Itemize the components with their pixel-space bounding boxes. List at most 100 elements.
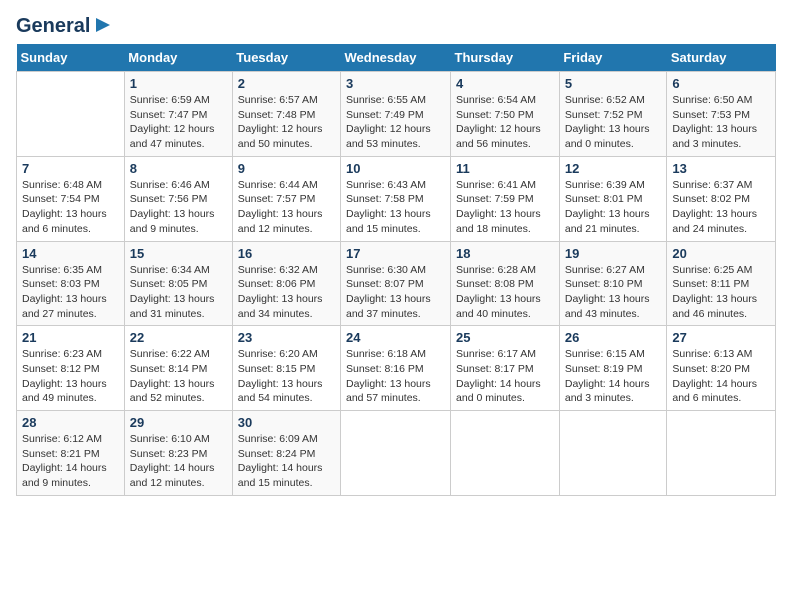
day-cell: 8 Sunrise: 6:46 AM Sunset: 7:56 PM Daylig… <box>124 156 232 241</box>
day-number: 4 <box>456 76 554 91</box>
day-number: 17 <box>346 246 445 261</box>
day-number: 18 <box>456 246 554 261</box>
day-number: 2 <box>238 76 335 91</box>
day-info: Sunrise: 6:22 AM Sunset: 8:14 PM Dayligh… <box>130 347 227 406</box>
week-row-3: 14 Sunrise: 6:35 AM Sunset: 8:03 PM Dayli… <box>17 241 776 326</box>
day-cell: 23 Sunrise: 6:20 AM Sunset: 8:15 PM Dayli… <box>232 326 340 411</box>
day-header-friday: Friday <box>559 44 667 72</box>
day-cell: 6 Sunrise: 6:50 AM Sunset: 7:53 PM Daylig… <box>667 72 776 157</box>
week-row-5: 28 Sunrise: 6:12 AM Sunset: 8:21 PM Dayli… <box>17 411 776 496</box>
day-cell: 29 Sunrise: 6:10 AM Sunset: 8:23 PM Dayli… <box>124 411 232 496</box>
day-info: Sunrise: 6:30 AM Sunset: 8:07 PM Dayligh… <box>346 263 445 322</box>
day-number: 3 <box>346 76 445 91</box>
day-cell: 17 Sunrise: 6:30 AM Sunset: 8:07 PM Dayli… <box>341 241 451 326</box>
day-cell <box>451 411 560 496</box>
logo: General <box>16 16 114 32</box>
day-header-monday: Monday <box>124 44 232 72</box>
day-info: Sunrise: 6:43 AM Sunset: 7:58 PM Dayligh… <box>346 178 445 237</box>
day-cell: 13 Sunrise: 6:37 AM Sunset: 8:02 PM Dayli… <box>667 156 776 241</box>
day-cell: 7 Sunrise: 6:48 AM Sunset: 7:54 PM Daylig… <box>17 156 125 241</box>
day-info: Sunrise: 6:20 AM Sunset: 8:15 PM Dayligh… <box>238 347 335 406</box>
day-info: Sunrise: 6:34 AM Sunset: 8:05 PM Dayligh… <box>130 263 227 322</box>
day-info: Sunrise: 6:55 AM Sunset: 7:49 PM Dayligh… <box>346 93 445 152</box>
week-row-1: 1 Sunrise: 6:59 AM Sunset: 7:47 PM Daylig… <box>17 72 776 157</box>
day-info: Sunrise: 6:46 AM Sunset: 7:56 PM Dayligh… <box>130 178 227 237</box>
day-header-thursday: Thursday <box>451 44 560 72</box>
day-number: 28 <box>22 415 119 430</box>
day-info: Sunrise: 6:35 AM Sunset: 8:03 PM Dayligh… <box>22 263 119 322</box>
days-header-row: SundayMondayTuesdayWednesdayThursdayFrid… <box>17 44 776 72</box>
day-info: Sunrise: 6:25 AM Sunset: 8:11 PM Dayligh… <box>672 263 770 322</box>
day-number: 27 <box>672 330 770 345</box>
day-number: 12 <box>565 161 662 176</box>
day-header-tuesday: Tuesday <box>232 44 340 72</box>
day-cell: 5 Sunrise: 6:52 AM Sunset: 7:52 PM Daylig… <box>559 72 667 157</box>
day-number: 8 <box>130 161 227 176</box>
day-info: Sunrise: 6:48 AM Sunset: 7:54 PM Dayligh… <box>22 178 119 237</box>
day-cell: 15Sunrise: 6:34 AM Sunset: 8:05 PM Dayli… <box>124 241 232 326</box>
day-info: Sunrise: 6:37 AM Sunset: 8:02 PM Dayligh… <box>672 178 770 237</box>
day-number: 13 <box>672 161 770 176</box>
day-number: 22 <box>130 330 227 345</box>
day-cell: 4 Sunrise: 6:54 AM Sunset: 7:50 PM Daylig… <box>451 72 560 157</box>
day-cell: 24 Sunrise: 6:18 AM Sunset: 8:16 PM Dayli… <box>341 326 451 411</box>
day-number: 19 <box>565 246 662 261</box>
day-info: Sunrise: 6:59 AM Sunset: 7:47 PM Dayligh… <box>130 93 227 152</box>
day-cell: 26 Sunrise: 6:15 AM Sunset: 8:19 PM Dayli… <box>559 326 667 411</box>
page-header: General <box>16 16 776 32</box>
day-cell: 1 Sunrise: 6:59 AM Sunset: 7:47 PM Daylig… <box>124 72 232 157</box>
day-cell: 21 Sunrise: 6:23 AM Sunset: 8:12 PM Dayli… <box>17 326 125 411</box>
day-number: 1 <box>130 76 227 91</box>
day-number: 26 <box>565 330 662 345</box>
day-header-saturday: Saturday <box>667 44 776 72</box>
day-info: Sunrise: 6:23 AM Sunset: 8:12 PM Dayligh… <box>22 347 119 406</box>
day-number: 10 <box>346 161 445 176</box>
day-info: Sunrise: 6:13 AM Sunset: 8:20 PM Dayligh… <box>672 347 770 406</box>
day-number: 20 <box>672 246 770 261</box>
day-number: 5 <box>565 76 662 91</box>
day-number: 25 <box>456 330 554 345</box>
day-number: 21 <box>22 330 119 345</box>
day-cell: 20 Sunrise: 6:25 AM Sunset: 8:11 PM Dayli… <box>667 241 776 326</box>
day-number: 7 <box>22 161 119 176</box>
day-info: Sunrise: 6:15 AM Sunset: 8:19 PM Dayligh… <box>565 347 662 406</box>
week-row-2: 7 Sunrise: 6:48 AM Sunset: 7:54 PM Daylig… <box>17 156 776 241</box>
day-info: Sunrise: 6:09 AM Sunset: 8:24 PM Dayligh… <box>238 432 335 491</box>
calendar-table: SundayMondayTuesdayWednesdayThursdayFrid… <box>16 44 776 496</box>
day-info: Sunrise: 6:52 AM Sunset: 7:52 PM Dayligh… <box>565 93 662 152</box>
day-info: Sunrise: 6:27 AM Sunset: 8:10 PM Dayligh… <box>565 263 662 322</box>
day-header-sunday: Sunday <box>17 44 125 72</box>
day-number: 6 <box>672 76 770 91</box>
day-number: 24 <box>346 330 445 345</box>
day-cell: 9 Sunrise: 6:44 AM Sunset: 7:57 PM Daylig… <box>232 156 340 241</box>
day-info: Sunrise: 6:12 AM Sunset: 8:21 PM Dayligh… <box>22 432 119 491</box>
day-info: Sunrise: 6:50 AM Sunset: 7:53 PM Dayligh… <box>672 93 770 152</box>
day-cell: 3 Sunrise: 6:55 AM Sunset: 7:49 PM Daylig… <box>341 72 451 157</box>
day-cell: 11Sunrise: 6:41 AM Sunset: 7:59 PM Dayli… <box>451 156 560 241</box>
day-info: Sunrise: 6:17 AM Sunset: 8:17 PM Dayligh… <box>456 347 554 406</box>
day-info: Sunrise: 6:18 AM Sunset: 8:16 PM Dayligh… <box>346 347 445 406</box>
day-cell: 19 Sunrise: 6:27 AM Sunset: 8:10 PM Dayli… <box>559 241 667 326</box>
day-cell: 27 Sunrise: 6:13 AM Sunset: 8:20 PM Dayli… <box>667 326 776 411</box>
day-number: 14 <box>22 246 119 261</box>
day-info: Sunrise: 6:28 AM Sunset: 8:08 PM Dayligh… <box>456 263 554 322</box>
day-info: Sunrise: 6:10 AM Sunset: 8:23 PM Dayligh… <box>130 432 227 491</box>
week-row-4: 21 Sunrise: 6:23 AM Sunset: 8:12 PM Dayli… <box>17 326 776 411</box>
day-cell <box>341 411 451 496</box>
day-info: Sunrise: 6:54 AM Sunset: 7:50 PM Dayligh… <box>456 93 554 152</box>
day-number: 9 <box>238 161 335 176</box>
day-cell <box>17 72 125 157</box>
day-cell: 18 Sunrise: 6:28 AM Sunset: 8:08 PM Dayli… <box>451 241 560 326</box>
day-info: Sunrise: 6:32 AM Sunset: 8:06 PM Dayligh… <box>238 263 335 322</box>
day-info: Sunrise: 6:57 AM Sunset: 7:48 PM Dayligh… <box>238 93 335 152</box>
day-info: Sunrise: 6:41 AM Sunset: 7:59 PM Dayligh… <box>456 178 554 237</box>
day-number: 23 <box>238 330 335 345</box>
day-cell: 22 Sunrise: 6:22 AM Sunset: 8:14 PM Dayli… <box>124 326 232 411</box>
day-info: Sunrise: 6:44 AM Sunset: 7:57 PM Dayligh… <box>238 178 335 237</box>
day-cell: 10 Sunrise: 6:43 AM Sunset: 7:58 PM Dayli… <box>341 156 451 241</box>
day-cell <box>667 411 776 496</box>
day-number: 29 <box>130 415 227 430</box>
day-header-wednesday: Wednesday <box>341 44 451 72</box>
logo-text-general: General <box>16 16 90 36</box>
day-cell: 2 Sunrise: 6:57 AM Sunset: 7:48 PM Daylig… <box>232 72 340 157</box>
